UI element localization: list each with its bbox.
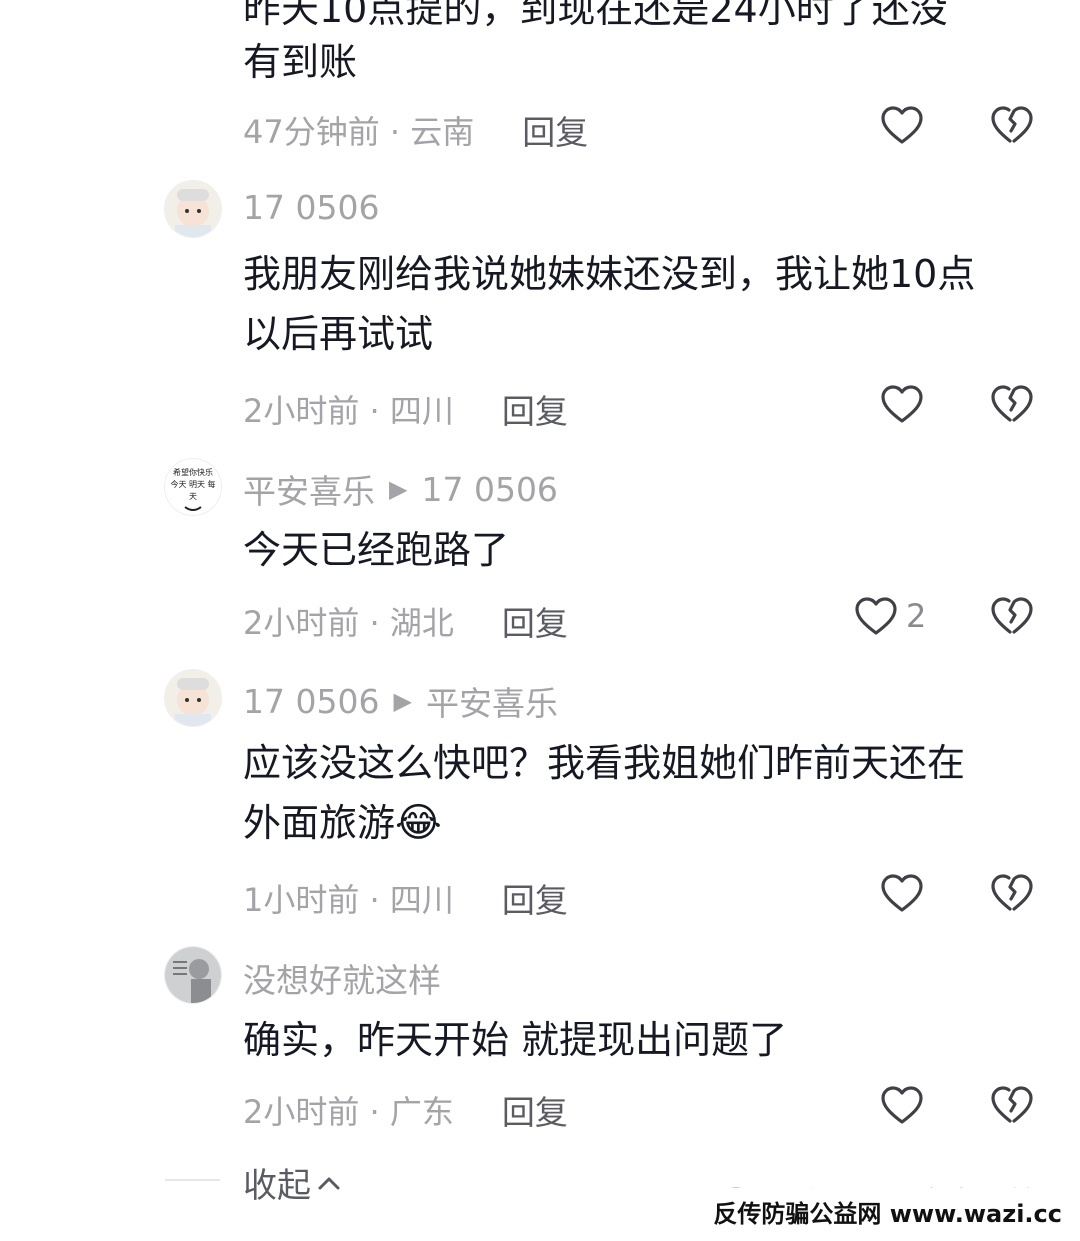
reply-button[interactable]: 回复 xyxy=(502,385,568,433)
time-location: 47分钟前 · 云南 xyxy=(243,113,475,151)
comment-text: 有到账 xyxy=(243,40,358,84)
broken-heart-icon xyxy=(991,1086,1033,1123)
comment-text: 我朋友刚给我说她妹妹还没到，我让她10点 以后再试试 xyxy=(243,244,1043,364)
like-button[interactable] xyxy=(880,1085,924,1125)
reply-arrow-icon: ▶ xyxy=(393,687,412,715)
dislike-button[interactable] xyxy=(990,873,1034,919)
chevron-up-icon xyxy=(318,1177,340,1189)
comment-username[interactable]: 17 0506 ▶ 平安喜乐 xyxy=(243,677,558,725)
time-location: 2小时前 · 广东 xyxy=(243,1093,454,1131)
broken-heart-icon xyxy=(991,597,1033,634)
time-location: 1小时前 · 四川 xyxy=(243,881,454,919)
comment-meta: 2小时前 · 四川 回复 xyxy=(243,385,568,433)
broken-heart-icon xyxy=(991,385,1033,422)
laughing-crying-emoji-icon: 😂 xyxy=(395,800,442,846)
collapse-label: 收起 xyxy=(243,1166,311,1206)
comment-text-line: 外面旅游😂 xyxy=(243,793,1043,853)
reply-button[interactable]: 回复 xyxy=(522,106,588,154)
heart-icon xyxy=(881,385,923,423)
comment-meta: 1小时前 · 四川 回复 xyxy=(243,874,568,922)
reply-button[interactable]: 回复 xyxy=(502,874,568,922)
username[interactable]: 17 0506 xyxy=(243,682,379,721)
dislike-button[interactable] xyxy=(990,384,1034,430)
avatar[interactable]: 希望你快乐 今天 明天 每天 xyxy=(164,458,222,516)
broken-heart-icon xyxy=(991,106,1033,143)
username[interactable]: 没想好就这样 xyxy=(243,954,441,1002)
comment-text-line: 以后再试试 xyxy=(243,312,434,356)
like-count: 2 xyxy=(906,597,927,635)
comment-meta: 47分钟前 · 云南 回复 xyxy=(243,106,588,154)
comment-text: 确实，昨天开始 就提现出问题了 xyxy=(243,1018,788,1062)
reply-button[interactable]: 回复 xyxy=(502,597,568,645)
divider xyxy=(165,1179,220,1181)
reply-to-username[interactable]: 17 0506 xyxy=(421,470,557,509)
avatar[interactable] xyxy=(164,946,222,1004)
reply-to-username[interactable]: 平安喜乐 xyxy=(426,677,558,725)
comment-username[interactable]: 平安喜乐 ▶ 17 0506 xyxy=(243,465,558,513)
comment-meta: 2小时前 · 广东 回复 xyxy=(243,1086,568,1134)
heart-icon xyxy=(881,1086,923,1124)
broken-heart-icon xyxy=(991,874,1033,911)
avatar-text: 希望你快乐 今天 明天 每天 xyxy=(170,468,216,501)
avatar[interactable] xyxy=(164,180,222,238)
comment-text: 今天已经跑路了 xyxy=(243,528,510,572)
like-button[interactable] xyxy=(880,105,924,145)
time-location: 2小时前 · 四川 xyxy=(243,392,454,430)
dislike-button[interactable] xyxy=(990,1085,1034,1131)
comment-username[interactable]: 17 0506 xyxy=(243,188,379,227)
heart-icon xyxy=(855,597,897,635)
avatar[interactable] xyxy=(164,669,222,727)
reply-button[interactable]: 回复 xyxy=(502,1086,568,1134)
comment-text: 应该没这么快吧？我看我姐她们昨前天还在 外面旅游😂 xyxy=(243,733,1043,853)
like-button[interactable] xyxy=(880,873,924,913)
username[interactable]: 17 0506 xyxy=(243,188,379,227)
heart-icon xyxy=(881,874,923,912)
username[interactable]: 平安喜乐 xyxy=(243,465,375,513)
site-watermark: 反传防骗公益网 www.wazi.cc xyxy=(703,1188,1072,1235)
reply-arrow-icon: ▶ xyxy=(389,475,408,503)
like-button[interactable] xyxy=(880,384,924,424)
collapse-replies-button[interactable]: 收起 xyxy=(243,1158,341,1207)
comment-meta: 2小时前 · 湖北 回复 xyxy=(243,597,568,645)
heart-icon xyxy=(881,106,923,144)
partial-comment-text: 昨天10点提的，到现在还是24小时了还没 xyxy=(243,0,948,31)
comment-text-segment: 外面旅游 xyxy=(243,801,396,845)
comment-username[interactable]: 没想好就这样 xyxy=(243,954,441,1002)
dislike-button[interactable] xyxy=(990,596,1034,642)
time-location: 2小时前 · 湖北 xyxy=(243,604,454,642)
comment-text-line: 应该没这么快吧？我看我姐她们昨前天还在 xyxy=(243,741,966,785)
dislike-button[interactable] xyxy=(990,105,1034,151)
like-button[interactable]: 2 xyxy=(854,596,926,636)
comment-text-line: 我朋友刚给我说她妹妹还没到，我让她10点 xyxy=(243,252,976,296)
